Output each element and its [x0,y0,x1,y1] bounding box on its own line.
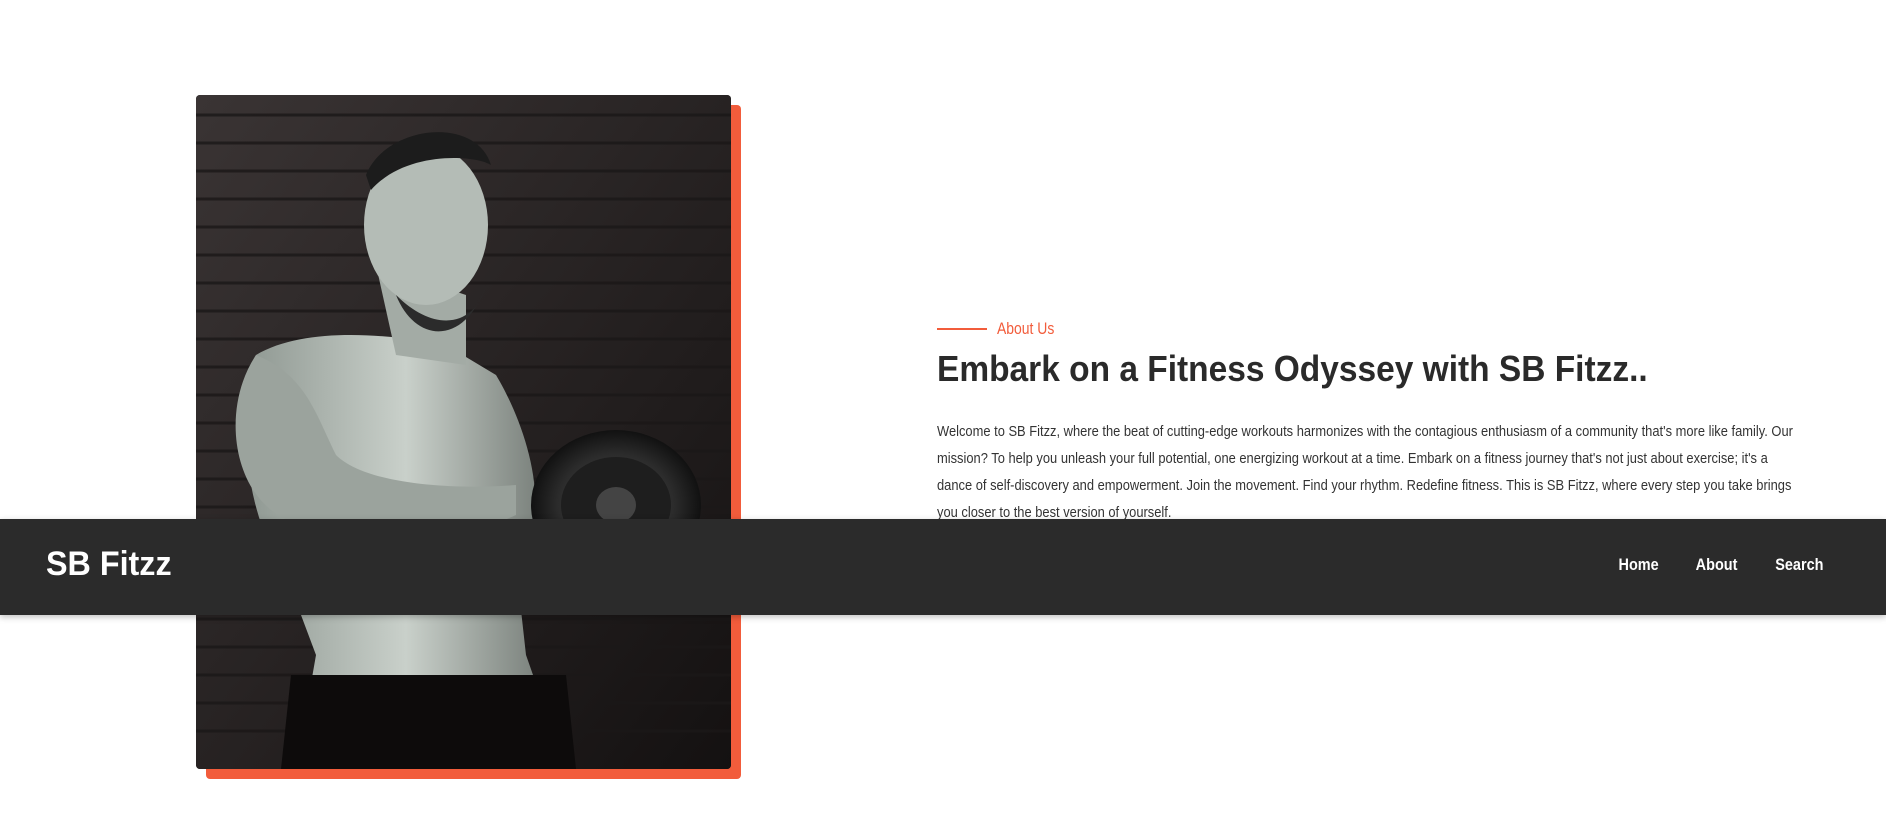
nav-link-home[interactable]: Home [1619,555,1659,575]
about-eyebrow-label: About Us [997,319,1055,338]
eyebrow-accent-line [937,328,987,330]
about-body: Welcome to SB Fitzz, where the beat of c… [937,423,1793,521]
nav-link-about[interactable]: About [1696,555,1738,575]
navbar: SB Fitzz Home About Search [0,519,1886,615]
about-heading: Embark on a Fitness Odyssey with SB Fitz… [937,348,1648,389]
about-photo [196,95,731,769]
about-image-block [196,95,741,779]
nav-links: Home About Search [1615,555,1828,575]
about-section: About Us Embark on a Fitness Odyssey wit… [937,316,1797,526]
nav-link-search[interactable]: Search [1776,555,1824,575]
brand-logo[interactable]: SB Fitzz [46,545,172,584]
bodybuilder-photo-illustration [196,95,731,769]
about-eyebrow: About Us [937,316,1797,342]
